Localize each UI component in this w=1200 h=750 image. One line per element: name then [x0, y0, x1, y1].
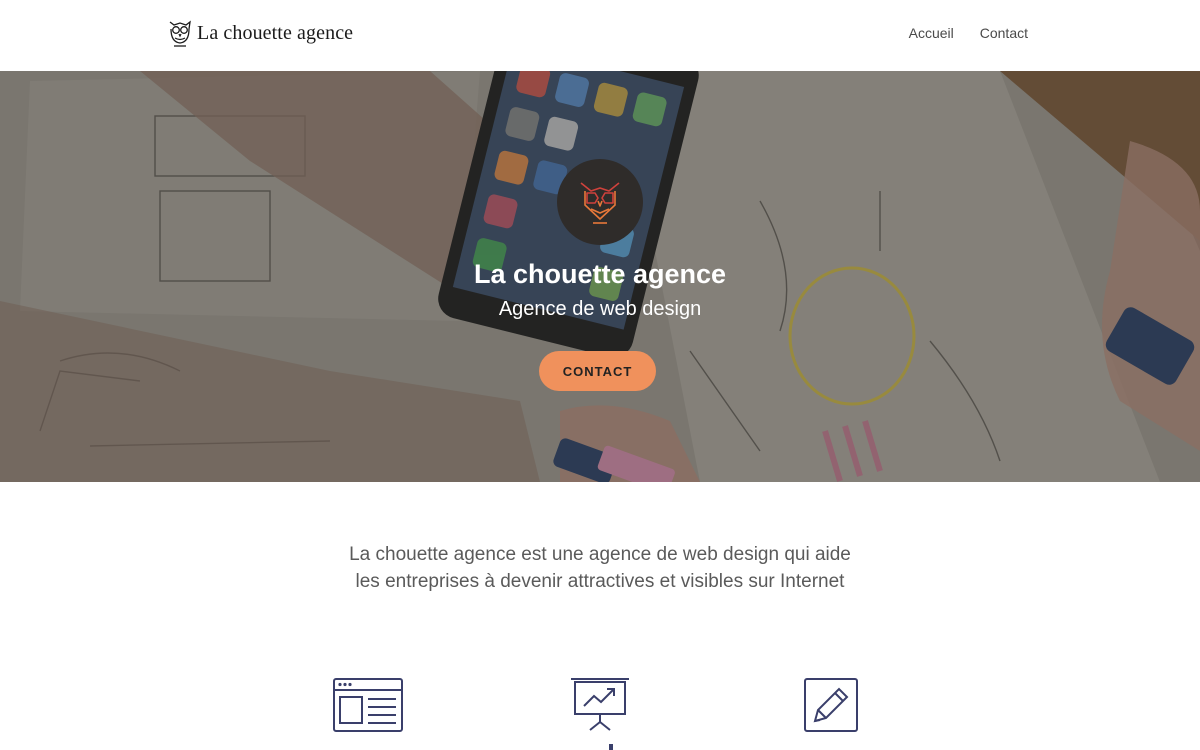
brand-name: La chouette agence	[197, 21, 354, 44]
contact-button[interactable]: CONTACT	[539, 351, 656, 391]
owl-line-icon	[169, 20, 191, 47]
owl-geometric-icon	[580, 182, 620, 224]
nav-link-accueil[interactable]: Accueil	[909, 25, 954, 41]
hero-content: La chouette agence Agence de web design …	[0, 71, 1200, 482]
intro-line-1: La chouette agence est une agence de web…	[349, 544, 851, 565]
web-layout-icon	[333, 678, 403, 732]
brand-link[interactable]: La chouette agence	[167, 17, 353, 49]
nav-link-contact[interactable]: Contact	[980, 25, 1028, 41]
site-header: La chouette agence Accueil Contact	[0, 0, 1200, 71]
hero-logo-badge	[557, 159, 643, 245]
intro-text: La chouette agence est une agence de web…	[0, 541, 1200, 595]
pencil-edit-icon	[804, 678, 858, 732]
hero-title: La chouette agence	[473, 259, 727, 289]
intro-line-2: les entreprises à devenir attractives et…	[355, 571, 845, 592]
hero-banner: La chouette agence Agence de web design …	[0, 71, 1200, 482]
feature-title-fragment	[609, 744, 613, 750]
main-nav: Accueil Contact	[909, 25, 1028, 41]
hero-subtitle: Agence de web design	[498, 298, 702, 320]
presentation-chart-icon	[571, 678, 629, 731]
